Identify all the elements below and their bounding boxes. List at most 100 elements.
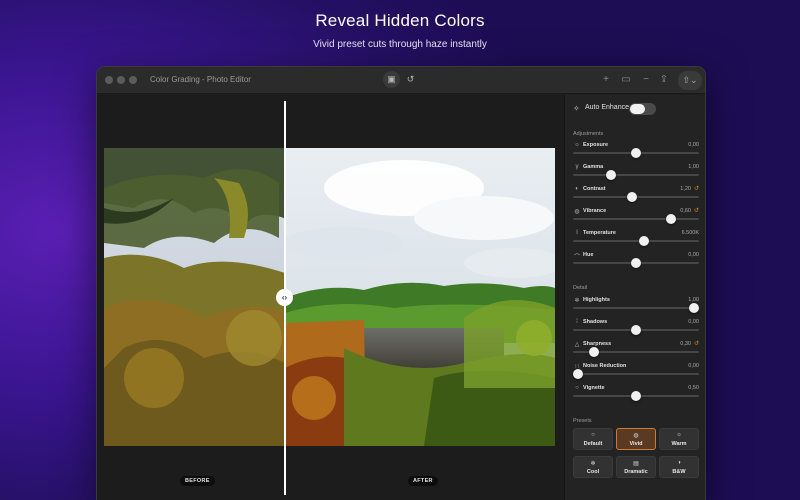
preset-label: Vivid xyxy=(629,441,643,447)
slider-knob-highlights[interactable] xyxy=(689,303,699,313)
preset-label: Dramatic xyxy=(624,469,648,475)
preset-dramatic-button[interactable]: ▤ Dramatic xyxy=(616,456,656,478)
slider-track-temperature[interactable] xyxy=(573,240,699,242)
slider-knob-vignette[interactable] xyxy=(631,391,641,401)
slider-row-gamma: γ Gamma 1,00 xyxy=(573,164,699,182)
slider-label: Sharpness xyxy=(583,341,612,347)
comparison-photo xyxy=(104,148,555,446)
slider-row-sharpness: △ Sharpness 0,30 ↺ xyxy=(573,341,699,359)
folder-icon: ▭ xyxy=(621,74,631,85)
slider-value: 0,00 xyxy=(688,142,699,148)
remove-button[interactable]: − xyxy=(639,73,653,87)
triangle-icon: △ xyxy=(574,342,580,348)
slider-track-vibrance[interactable] xyxy=(573,218,699,220)
window-title: Color Grading - Photo Editor xyxy=(150,75,251,84)
preset-default-button[interactable]: ○ Default xyxy=(573,428,613,450)
title-bar: Color Grading - Photo Editor ▣ ↺ + ▭ − ⇪… xyxy=(97,67,705,94)
slider-knob-shadows[interactable] xyxy=(631,325,641,335)
slider-value: 0,50 xyxy=(688,385,699,391)
toggle-knob xyxy=(630,104,645,114)
photo-stack-icon: ▤ xyxy=(633,461,639,467)
add-button[interactable]: + xyxy=(599,73,613,87)
slider-knob-contrast[interactable] xyxy=(627,192,637,202)
preset-cool-button[interactable]: ❄ Cool xyxy=(573,456,613,478)
gamma-icon: γ xyxy=(575,164,579,170)
slider-value: 0,00 xyxy=(688,319,699,325)
slider-row-vibrance: ◍ Vibrance 0,60 ↺ xyxy=(573,208,699,226)
slider-value: 1,20 xyxy=(680,186,691,192)
export-button[interactable]: ⇪ xyxy=(657,73,671,87)
circle-icon: ○ xyxy=(591,432,595,438)
share-icon: ⇧⌄ xyxy=(682,75,698,85)
slider-row-vignette: ○ Vignette 0,50 xyxy=(573,385,699,403)
split-arrows-icon: ‹› xyxy=(281,293,288,302)
after-label: AFTER xyxy=(408,476,438,486)
contrast-icon: ◐ xyxy=(575,186,579,192)
palette-icon: ◍ xyxy=(633,433,639,439)
slider-label: Exposure xyxy=(583,142,609,148)
slider-value: 0,30 xyxy=(680,341,691,347)
slider-knob-sharpness[interactable] xyxy=(589,347,599,357)
auto-enhance-row: ✧ Auto Enhance xyxy=(573,103,699,117)
slider-track-highlights[interactable] xyxy=(573,307,699,309)
slider-row-temperature: ǀ Temperature 6.500K xyxy=(573,230,699,248)
snowflake-icon: ❄ xyxy=(590,461,596,467)
reset-icon[interactable]: ↺ xyxy=(694,207,699,214)
half-circle-icon: ◑ xyxy=(677,460,681,466)
slider-label: Contrast xyxy=(583,186,606,192)
slider-label: Temperature xyxy=(583,230,616,236)
share-button[interactable]: ⇧⌄ xyxy=(678,71,702,90)
compare-button[interactable]: ▣ xyxy=(383,71,400,88)
slider-row-noise-reduction: ∷ Noise Reduction 0,00 xyxy=(573,363,699,381)
hero-subtitle: Vivid preset cuts through haze instantly xyxy=(313,39,487,50)
split-handle[interactable]: ‹› xyxy=(276,289,293,306)
shadows-icon: ⁞ xyxy=(576,319,578,325)
preset-bw-button[interactable]: ◑ B&W xyxy=(659,456,699,478)
history-button[interactable]: ↺ xyxy=(402,71,419,88)
sun-icon: ☼ xyxy=(676,432,682,438)
before-label: BEFORE xyxy=(180,476,215,486)
preset-label: B&W xyxy=(672,469,686,475)
slider-value: 0,00 xyxy=(688,252,699,258)
slider-knob-hue[interactable] xyxy=(631,258,641,268)
slider-knob-exposure[interactable] xyxy=(631,148,641,158)
adjustments-panel: ✧ Auto Enhance Adjustments ☼ Exposure 0,00… xyxy=(564,95,705,500)
image-canvas[interactable]: ‹› BEFORE AFTER xyxy=(97,95,564,500)
slider-knob-temperature[interactable] xyxy=(639,236,649,246)
open-folder-button[interactable]: ▭ xyxy=(619,73,633,87)
slider-value: 0,00 xyxy=(688,363,699,369)
detail-section-title: Detail xyxy=(573,285,588,291)
slider-knob-noise-reduction[interactable] xyxy=(573,369,583,379)
export-icon: ⇪ xyxy=(659,74,669,85)
reset-icon[interactable]: ↺ xyxy=(694,185,699,192)
palette-icon: ◍ xyxy=(574,209,580,215)
slider-track-noise-reduction[interactable] xyxy=(573,373,699,375)
preset-warm-button[interactable]: ☼ Warm xyxy=(659,428,699,450)
slider-value: 0,60 xyxy=(680,208,691,214)
app-window: Color Grading - Photo Editor ▣ ↺ + ▭ − ⇪… xyxy=(96,66,706,500)
magic-wand-icon: ✧ xyxy=(573,104,580,113)
slider-label: Vignette xyxy=(583,385,605,391)
circle-icon: ○ xyxy=(575,385,579,391)
auto-enhance-toggle[interactable] xyxy=(629,103,656,115)
rainbow-icon: ⌒ xyxy=(573,255,580,261)
close-window-button[interactable] xyxy=(105,76,113,84)
slider-label: Vibrance xyxy=(583,208,607,214)
compare-icon: ▣ xyxy=(387,74,396,84)
slider-value: 1,00 xyxy=(688,164,699,170)
preset-label: Warm xyxy=(671,441,687,447)
slider-label: Gamma xyxy=(583,164,604,170)
reset-icon[interactable]: ↺ xyxy=(694,340,699,347)
slider-track-gamma[interactable] xyxy=(573,174,699,176)
preset-vivid-button[interactable]: ◍ Vivid xyxy=(616,428,656,450)
slider-knob-vibrance[interactable] xyxy=(666,214,676,224)
slider-row-shadows: ⁞ Shadows 0,00 xyxy=(573,319,699,337)
history-icon: ↺ xyxy=(406,74,415,84)
zoom-window-button[interactable] xyxy=(129,76,137,84)
slider-knob-gamma[interactable] xyxy=(606,170,616,180)
slider-row-exposure: ☼ Exposure 0,00 xyxy=(573,142,699,160)
sun-icon: ☼ xyxy=(574,142,580,148)
minimize-window-button[interactable] xyxy=(117,76,125,84)
presets-section-title: Presets xyxy=(573,418,592,424)
add-icon: + xyxy=(603,74,609,85)
